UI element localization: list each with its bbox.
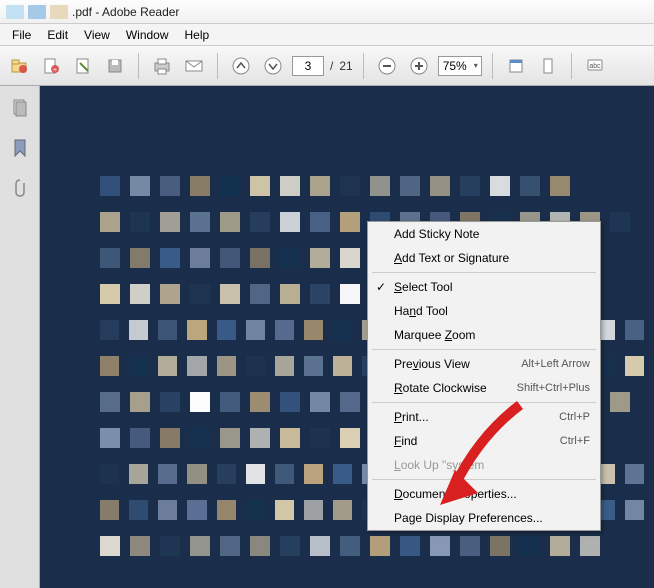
page-down-button[interactable] bbox=[260, 53, 286, 79]
thumbnails-icon[interactable] bbox=[8, 96, 32, 120]
titlebar-swatch bbox=[50, 5, 68, 19]
context-menu: Add Sticky Note Add Text or Signature ✓S… bbox=[367, 221, 601, 531]
page-total: 21 bbox=[339, 59, 352, 73]
menu-document-properties[interactable]: Document Properties... bbox=[368, 482, 600, 506]
save-button[interactable] bbox=[102, 53, 128, 79]
menu-lookup: Look Up "system bbox=[368, 453, 600, 477]
page-number-input[interactable] bbox=[292, 56, 324, 76]
page-up-button[interactable] bbox=[228, 53, 254, 79]
page-separator: / bbox=[330, 59, 333, 73]
window-title: .pdf - Adobe Reader bbox=[72, 5, 179, 19]
check-icon: ✓ bbox=[376, 280, 386, 294]
menu-print[interactable]: Print...Ctrl+P bbox=[368, 405, 600, 429]
menu-add-sticky-note[interactable]: Add Sticky Note bbox=[368, 222, 600, 246]
comment-button[interactable]: abc bbox=[582, 53, 608, 79]
menu-window[interactable]: Window bbox=[118, 26, 177, 44]
bookmark-icon[interactable] bbox=[8, 136, 32, 160]
toolbar: + / 21 75% abc bbox=[0, 46, 654, 86]
svg-text:+: + bbox=[53, 67, 57, 74]
menu-previous-view[interactable]: Previous ViewAlt+Left Arrow bbox=[368, 352, 600, 376]
menu-page-display-preferences[interactable]: Page Display Preferences... bbox=[368, 506, 600, 530]
fit-page-button[interactable] bbox=[535, 53, 561, 79]
titlebar-swatch bbox=[28, 5, 46, 19]
email-button[interactable] bbox=[181, 53, 207, 79]
menubar: File Edit View Window Help bbox=[0, 24, 654, 46]
svg-text:abc: abc bbox=[589, 63, 601, 70]
edit-button[interactable] bbox=[70, 53, 96, 79]
menu-add-text-signature[interactable]: Add Text or Signature bbox=[368, 246, 600, 270]
menu-rotate-clockwise[interactable]: Rotate ClockwiseShift+Ctrl+Plus bbox=[368, 376, 600, 400]
create-pdf-button[interactable]: + bbox=[38, 53, 64, 79]
fit-window-button[interactable] bbox=[503, 53, 529, 79]
side-panel bbox=[0, 86, 40, 588]
zoom-in-button[interactable] bbox=[406, 53, 432, 79]
menu-file[interactable]: File bbox=[4, 26, 39, 44]
titlebar: .pdf - Adobe Reader bbox=[0, 0, 654, 24]
titlebar-swatch bbox=[6, 5, 24, 19]
menu-help[interactable]: Help bbox=[177, 26, 218, 44]
menu-find[interactable]: FindCtrl+F bbox=[368, 429, 600, 453]
zoom-select[interactable]: 75% bbox=[438, 56, 482, 76]
print-button[interactable] bbox=[149, 53, 175, 79]
menu-select-tool[interactable]: ✓Select Tool bbox=[368, 275, 600, 299]
menu-hand-tool[interactable]: Hand Tool bbox=[368, 299, 600, 323]
menu-marquee-zoom[interactable]: Marquee Zoom bbox=[368, 323, 600, 347]
zoom-out-button[interactable] bbox=[374, 53, 400, 79]
attachment-icon[interactable] bbox=[8, 176, 32, 200]
menu-view[interactable]: View bbox=[76, 26, 118, 44]
menu-edit[interactable]: Edit bbox=[39, 26, 76, 44]
open-button[interactable] bbox=[6, 53, 32, 79]
